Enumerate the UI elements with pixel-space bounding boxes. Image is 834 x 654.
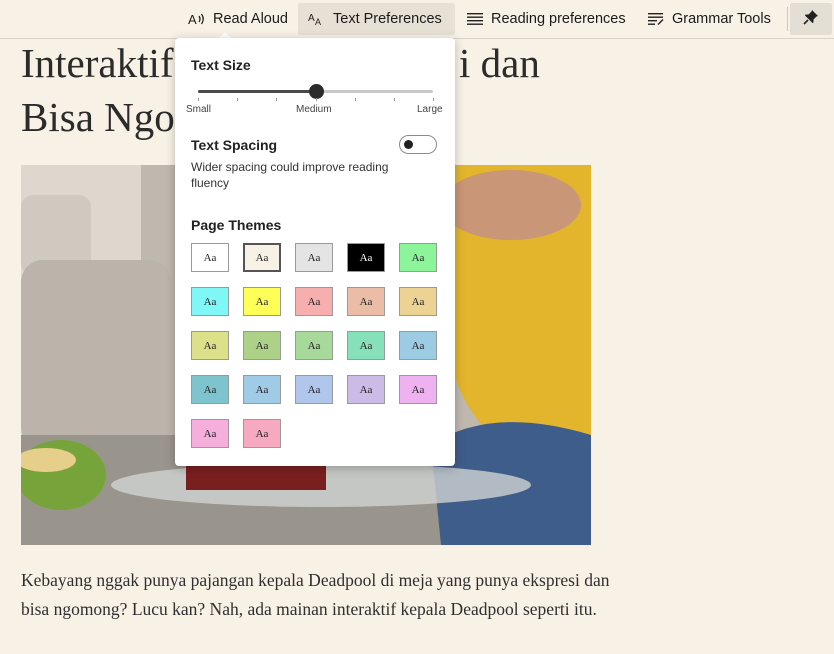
theme-swatch[interactable]: Aa <box>243 419 281 448</box>
theme-swatch[interactable]: Aa <box>243 243 281 272</box>
text-preferences-panel: Text Size Small Medium Large Text Spacin… <box>175 38 455 466</box>
page-themes-heading: Page Themes <box>191 217 282 233</box>
theme-swatch[interactable]: Aa <box>191 419 229 448</box>
size-small-label: Small <box>186 104 212 115</box>
theme-swatch[interactable]: Aa <box>295 243 333 272</box>
title-line1-right: i dan <box>459 40 540 86</box>
grammar-tools-button[interactable]: Grammar Tools <box>637 3 781 35</box>
svg-text:A: A <box>315 17 321 27</box>
theme-swatch[interactable]: Aa <box>243 375 281 404</box>
theme-swatch[interactable]: Aa <box>347 287 385 316</box>
slider-track[interactable] <box>198 84 433 99</box>
pin-icon <box>803 9 819 30</box>
pin-button[interactable] <box>790 3 832 35</box>
slider-tick <box>433 98 434 101</box>
text-preferences-button[interactable]: A A Text Preferences <box>298 3 455 35</box>
slider-tick <box>198 98 199 101</box>
slider-tick <box>237 98 239 101</box>
grammar-tools-label: Grammar Tools <box>672 11 771 27</box>
theme-swatch[interactable]: Aa <box>347 331 385 360</box>
slider-tick <box>354 98 356 101</box>
size-medium-label: Medium <box>296 104 332 115</box>
slider-tick <box>393 98 395 101</box>
text-preferences-label: Text Preferences <box>333 11 442 27</box>
title-line2-left: Bisa Ngo <box>21 94 175 140</box>
theme-swatch[interactable]: Aa <box>347 375 385 404</box>
text-size-heading: Text Size <box>191 57 251 73</box>
reading-lines-icon <box>466 12 484 26</box>
theme-swatch[interactable]: Aa <box>399 287 437 316</box>
theme-swatch[interactable]: Aa <box>399 243 437 272</box>
svg-text:A: A <box>308 13 315 24</box>
slider-tick <box>276 98 278 101</box>
slider-fill <box>198 90 316 93</box>
theme-swatch[interactable]: Aa <box>347 243 385 272</box>
article-body: Kebayang nggak punya pajangan kepala Dea… <box>21 570 610 619</box>
reading-preferences-button[interactable]: Reading preferences <box>456 3 636 35</box>
theme-swatch[interactable]: Aa <box>399 375 437 404</box>
text-spacing-description: Wider spacing could improve reading flue… <box>191 160 389 190</box>
theme-swatch[interactable]: Aa <box>191 287 229 316</box>
text-spacing-toggle[interactable] <box>399 135 437 154</box>
text-size-icon: A A <box>308 11 326 27</box>
read-aloud-label: Read Aloud <box>213 11 288 27</box>
theme-swatch[interactable]: Aa <box>243 287 281 316</box>
theme-swatch[interactable]: Aa <box>295 331 333 360</box>
read-aloud-icon: A <box>188 11 206 27</box>
toggle-knob <box>404 140 413 149</box>
text-spacing-heading: Text Spacing <box>191 137 278 153</box>
slider-tick <box>315 98 317 101</box>
size-large-label: Large <box>417 104 443 115</box>
svg-text:A: A <box>188 12 197 27</box>
reading-preferences-label: Reading preferences <box>491 11 626 27</box>
theme-swatch[interactable]: Aa <box>295 375 333 404</box>
toolbar-divider <box>787 7 788 31</box>
read-aloud-button[interactable]: A Read Aloud <box>178 3 298 35</box>
slider-thumb[interactable] <box>308 84 324 99</box>
title-line1-left: Interaktif <box>21 40 174 86</box>
theme-swatch[interactable]: Aa <box>191 331 229 360</box>
theme-swatch[interactable]: Aa <box>191 243 229 272</box>
grammar-icon <box>647 12 665 26</box>
theme-swatch[interactable]: Aa <box>191 375 229 404</box>
theme-swatch[interactable]: Aa <box>243 331 281 360</box>
theme-swatch[interactable]: Aa <box>295 287 333 316</box>
reader-toolbar: A Read Aloud A A Text Preferences Readin… <box>0 0 834 39</box>
theme-swatch[interactable]: Aa <box>399 331 437 360</box>
